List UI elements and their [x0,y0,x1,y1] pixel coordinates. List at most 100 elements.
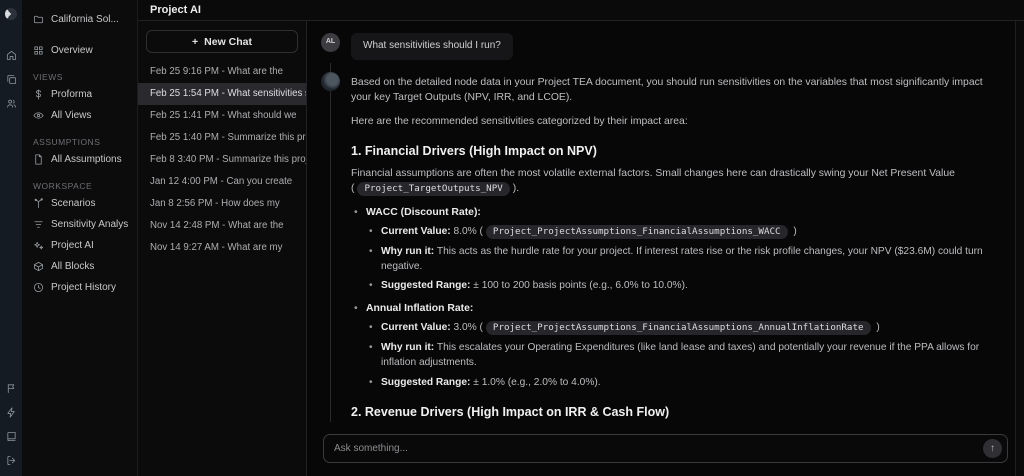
sidebar-item-label: Project History [51,282,117,293]
sidebar-item-label: All Blocks [51,261,95,272]
sub-text: 3.0% ( [450,322,483,334]
assistant-message: Based on the detailed node data in your … [321,71,994,429]
chat-list-item[interactable]: Feb 25 1:41 PM - What should we [138,105,306,127]
section-heading-revenue: 2. Revenue Drivers (High Impact on IRR &… [351,405,670,420]
app-root: California Sol... Overview VIEWS Proform… [0,0,1024,476]
sub-text: 8.0% ( [450,226,483,238]
assistant-avatar [321,71,340,91]
sub-bullet: Current Value: 3.0% (Project_ProjectAssu… [366,321,994,336]
user-avatar: AL [321,33,340,52]
section-label-workspace: WORKSPACE [33,181,93,191]
sub-text: ) [790,226,797,238]
section-label-views: VIEWS [33,72,63,82]
sidebar: California Sol... Overview VIEWS Proform… [22,0,138,476]
eye-icon [33,112,44,119]
project-selector[interactable]: California Sol... [31,9,128,30]
message-thread: AL What sensitivities should I run? Base… [307,21,1024,428]
sub-bullet-list: Current Value: 3.0% (Project_ProjectAssu… [366,321,994,390]
folder-icon [33,15,44,24]
chat-list: Feb 25 9:16 PM - What are the Feb 25 1:5… [138,59,306,476]
filter-icon [34,221,43,228]
node-chip[interactable]: Project_TargetOutputs_NPV [357,181,510,196]
project-name: California Sol... [51,14,119,25]
clock-icon [33,282,44,293]
bullet-item: Annual Inflation Rate: Current Value: 3.… [351,301,994,390]
page-header: Project AI [138,0,1024,21]
chat-main: AL What sensitivities should I run? Base… [307,21,1024,476]
sidebar-item-all-blocks[interactable]: All Blocks [31,256,128,277]
sidebar-item-project-history[interactable]: Project History [31,277,128,298]
zap-icon[interactable] [6,407,17,418]
sub-label: Suggested Range: [381,376,471,388]
section-heading-financial: 1. Financial Drivers (High Impact on NPV… [351,143,597,158]
sub-label: Current Value: [381,226,451,238]
sub-bullet: Why run it: This acts as the hurdle rate… [366,245,994,275]
grid-icon [34,46,43,55]
chat-list-item[interactable]: Feb 8 3:40 PM - Summarize this project [138,149,306,171]
dollar-icon [36,89,41,100]
sub-label: Why run it: [381,342,435,354]
file-icon [35,154,42,165]
scrollbar[interactable] [1015,21,1024,476]
page-title: Project AI [150,4,201,16]
chat-list-item[interactable]: Jan 12 4:00 PM - Can you create [138,171,306,193]
chat-list-item[interactable]: Nov 14 9:27 AM - What are my [138,237,306,259]
right-region: Project AI + New Chat Feb 25 9:16 PM - W… [138,0,1024,476]
assistant-paragraph: Here are the recommended sensitivities c… [351,115,688,127]
sub-label: Suggested Range: [381,280,471,292]
user-message: AL What sensitivities should I run? [321,33,994,60]
flag-icon[interactable] [6,383,17,394]
projects-icon[interactable] [6,74,17,85]
sidebar-item-label: Project AI [51,240,94,251]
sidebar-item-scenarios[interactable]: Scenarios [31,193,128,214]
sub-bullet: Suggested Range: ± 1.0% (e.g., 2.0% to 4… [366,376,994,391]
blocks-icon [33,261,44,272]
sub-bullet-list: Current Value: 8.0% (Project_ProjectAssu… [366,225,994,294]
chat-list-item[interactable]: Nov 14 2:48 PM - What are the [138,215,306,237]
new-chat-label: New Chat [204,35,252,48]
sidebar-item-label: Sensitivity Analysis [51,219,128,230]
composer-box: ↑ [323,434,1008,463]
sidebar-item-overview[interactable]: Overview [31,40,128,61]
sub-text: ± 1.0% (e.g., 2.0% to 4.0%). [470,376,601,388]
chevron-down-icon [126,14,128,25]
sidebar-item-all-assumptions[interactable]: All Assumptions [31,149,128,170]
sidebar-item-label: Overview [51,45,93,56]
chat-list-item-selected[interactable]: Feb 25 1:54 PM - What sensitivities sh..… [138,83,306,105]
sub-text: This escalates your Operating Expenditur… [381,342,980,368]
assistant-paragraph: Based on the detailed node data in your … [351,76,983,103]
sparkles-icon [34,241,44,250]
sidebar-item-all-views[interactable]: All Views [31,105,128,126]
home-icon[interactable] [6,50,17,61]
bullet-item: WACC (Discount Rate): Current Value: 8.0… [351,205,994,294]
intro-text: ). [512,182,520,194]
composer: ↑ [307,428,1024,476]
chat-list-item[interactable]: Jan 8 2:56 PM - How does my [138,193,306,215]
section-label-assumptions: ASSUMPTIONS [33,137,101,147]
chat-list-item[interactable]: Feb 25 9:16 PM - What are the [138,61,306,83]
plus-icon: + [192,35,199,48]
bullet-title: WACC (Discount Rate): [366,207,481,219]
node-chip[interactable]: Project_ProjectAssumptions_FinancialAssu… [485,225,788,240]
new-chat-button[interactable]: + New Chat [146,30,298,53]
sidebar-item-label: All Views [51,110,92,121]
sub-bullet: Why run it: This escalates your Operatin… [366,341,994,371]
docs-icon[interactable] [6,431,17,442]
logout-icon[interactable] [6,455,17,466]
sub-label: Why run it: [381,245,435,257]
sidebar-item-label: Scenarios [51,198,96,209]
send-button[interactable]: ↑ [983,439,1002,458]
sidebar-item-label: Proforma [51,89,93,100]
sidebar-item-proforma[interactable]: Proforma [31,84,128,105]
sub-text: This acts as the hurdle rate for your pr… [381,245,983,272]
chat-history-panel: + New Chat Feb 25 9:16 PM - What are the… [138,21,307,476]
sidebar-item-project-ai[interactable]: Project AI [31,235,128,256]
team-icon[interactable] [6,98,17,109]
assistant-message-content: Based on the detailed node data in your … [351,72,994,429]
chat-list-item[interactable]: Feb 25 1:40 PM - Summarize this project [138,127,306,149]
bullet-list: WACC (Discount Rate): Current Value: 8.0… [351,205,994,390]
sidebar-item-sensitivity-analysis[interactable]: Sensitivity Analysis [31,214,128,235]
node-chip[interactable]: Project_ProjectAssumptions_FinancialAssu… [485,321,871,336]
chat-input[interactable] [334,443,983,454]
app-logo[interactable] [5,8,17,20]
